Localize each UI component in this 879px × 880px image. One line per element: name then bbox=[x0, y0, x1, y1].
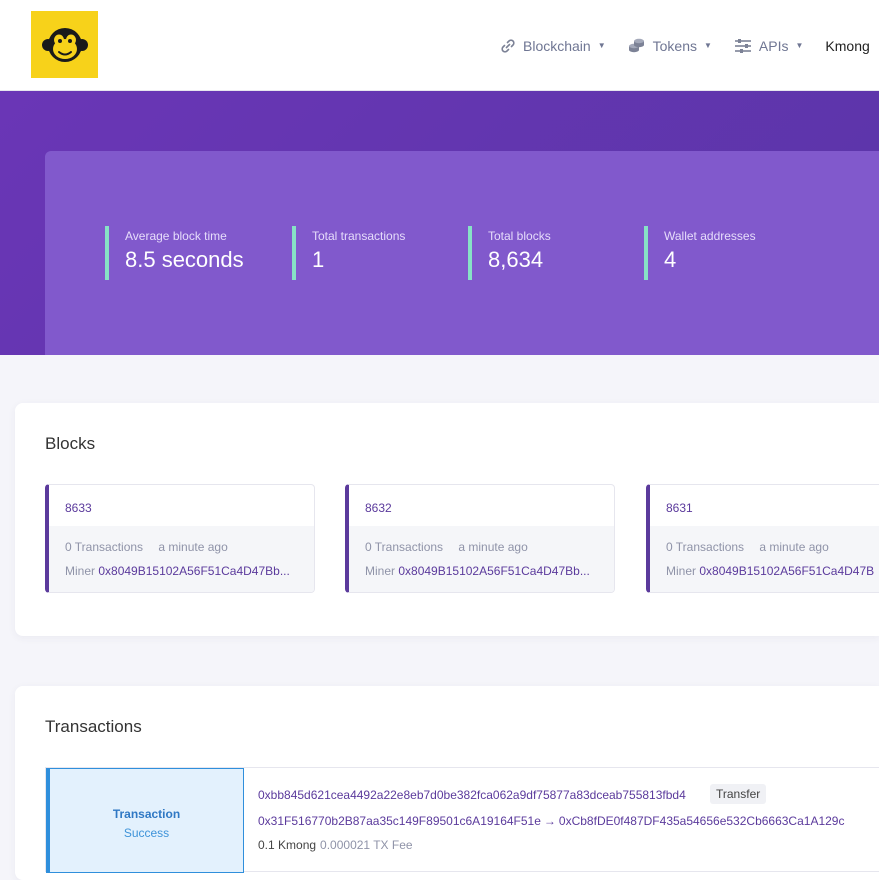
stat-label: Wallet addresses bbox=[664, 229, 756, 243]
transaction-fee: 0.000021 TX Fee bbox=[320, 838, 413, 852]
block-number-link[interactable]: 8631 bbox=[666, 501, 693, 515]
transaction-row[interactable]: Transaction Success 0xbb845d621cea4492a2… bbox=[45, 767, 879, 873]
from-address-link[interactable]: 0x31F516770b2B87aa35c149F89501c6A19164F5… bbox=[258, 814, 541, 828]
coins-icon bbox=[628, 38, 644, 52]
nav-kmong[interactable]: Kmong bbox=[825, 38, 869, 54]
block-tile[interactable]: 8633 0 Transactions a minute ago Miner 0… bbox=[45, 484, 315, 593]
stats-card: Average block time 8.5 seconds Total tra… bbox=[45, 151, 879, 355]
nav-blockchain-label: Blockchain bbox=[523, 37, 591, 54]
blocks-title: Blocks bbox=[45, 434, 96, 453]
transaction-amount: 0.1 Kmong bbox=[258, 838, 317, 852]
nav-tokens-label: Tokens bbox=[652, 37, 697, 54]
main-nav: Blockchain ▼ Tokens ▼ APIs ▼ Kmong bbox=[500, 0, 870, 91]
monkey-icon bbox=[41, 27, 88, 62]
block-tile[interactable]: 8631 0 Transactions a minute ago Miner 0… bbox=[646, 484, 879, 593]
stat-average-block-time: Average block time 8.5 seconds bbox=[105, 226, 244, 280]
transactions-title: Transactions bbox=[45, 717, 142, 736]
nav-tokens[interactable]: Tokens ▼ bbox=[628, 38, 712, 54]
stat-total-blocks: Total blocks 8,634 bbox=[468, 226, 551, 280]
transaction-hash-link[interactable]: 0xbb845d621cea4492a22e8eb7d0be382fca062a… bbox=[258, 788, 686, 802]
stat-value: 8.5 seconds bbox=[125, 247, 244, 272]
block-body: 0 Transactions a minute ago Miner 0x8049… bbox=[349, 526, 614, 592]
stat-label: Total blocks bbox=[488, 229, 551, 243]
block-miner: Miner 0x8049B15102A56F51Ca4D47Bb... bbox=[65, 564, 305, 578]
block-miner: Miner 0x8049B15102A56F51Ca4D47B bbox=[666, 564, 879, 578]
miner-address-link[interactable]: 0x8049B15102A56F51Ca4D47Bb... bbox=[98, 564, 289, 578]
link-icon bbox=[501, 38, 515, 53]
block-meta: 0 Transactions a minute ago bbox=[365, 540, 528, 554]
transaction-type-badge: Transfer bbox=[710, 784, 767, 804]
miner-label: Miner bbox=[365, 564, 396, 578]
transaction-status: Success bbox=[123, 826, 170, 840]
stat-value: 4 bbox=[664, 247, 677, 272]
stat-value: 1 bbox=[312, 247, 325, 272]
block-meta: 0 Transactions a minute ago bbox=[65, 540, 228, 554]
top-navbar: Blockchain ▼ Tokens ▼ APIs ▼ Kmong bbox=[0, 0, 879, 91]
block-transactions-count: 0 Transactions bbox=[666, 540, 745, 554]
sliders-icon bbox=[734, 38, 751, 53]
arrow-right-icon: → bbox=[543, 814, 556, 828]
block-body: 0 Transactions a minute ago Miner 0x8049… bbox=[49, 526, 314, 592]
nav-blockchain[interactable]: Blockchain ▼ bbox=[500, 38, 606, 54]
block-tile[interactable]: 8632 0 Transactions a minute ago Miner 0… bbox=[345, 484, 615, 593]
hero-banner: Average block time 8.5 seconds Total tra… bbox=[0, 91, 879, 355]
block-transactions-count: 0 Transactions bbox=[365, 540, 444, 554]
chevron-down-icon: ▼ bbox=[795, 41, 804, 50]
to-address-link[interactable]: 0xCb8fDE0f487DF435a54656e532Cb6663Ca1A12… bbox=[559, 814, 845, 828]
block-number-link[interactable]: 8633 bbox=[65, 501, 92, 515]
chevron-down-icon: ▼ bbox=[597, 41, 606, 50]
transaction-addresses: 0x31F516770b2B87aa35c149F89501c6A19164F5… bbox=[258, 814, 844, 828]
stat-label: Average block time bbox=[125, 229, 227, 243]
monkey-logo[interactable] bbox=[31, 11, 98, 78]
block-number-link[interactable]: 8632 bbox=[365, 501, 392, 515]
blocks-panel: Blocks 8633 0 Transactions a minute ago … bbox=[15, 403, 879, 636]
miner-address-link[interactable]: 0x8049B15102A56F51Ca4D47Bb... bbox=[398, 564, 589, 578]
miner-label: Miner bbox=[666, 564, 697, 578]
nav-apis[interactable]: APIs ▼ bbox=[734, 37, 804, 54]
nav-apis-label: APIs bbox=[758, 37, 789, 54]
miner-label: Miner bbox=[65, 564, 96, 578]
transaction-type-label: Transaction bbox=[112, 807, 181, 821]
miner-address-link[interactable]: 0x8049B15102A56F51Ca4D47B bbox=[699, 564, 874, 578]
transaction-type-box: Transaction Success bbox=[46, 768, 244, 873]
block-time: a minute ago bbox=[759, 540, 829, 554]
transactions-panel: Transactions Transaction Success 0xbb845… bbox=[15, 686, 879, 880]
block-body: 0 Transactions a minute ago Miner 0x8049… bbox=[650, 526, 879, 592]
stat-total-transactions: Total transactions 1 bbox=[292, 226, 405, 280]
block-miner: Miner 0x8049B15102A56F51Ca4D47Bb... bbox=[365, 564, 605, 578]
block-time: a minute ago bbox=[158, 540, 228, 554]
stat-wallet-addresses: Wallet addresses 4 bbox=[644, 226, 756, 280]
block-time: a minute ago bbox=[458, 540, 528, 554]
block-meta: 0 Transactions a minute ago bbox=[666, 540, 829, 554]
stat-value: 8,634 bbox=[488, 247, 544, 272]
stat-label: Total transactions bbox=[312, 229, 406, 243]
nav-kmong-label: Kmong bbox=[825, 37, 870, 54]
chevron-down-icon: ▼ bbox=[703, 41, 712, 50]
block-transactions-count: 0 Transactions bbox=[65, 540, 144, 554]
transaction-value: 0.1 Kmong 0.000021 TX Fee bbox=[258, 838, 413, 852]
